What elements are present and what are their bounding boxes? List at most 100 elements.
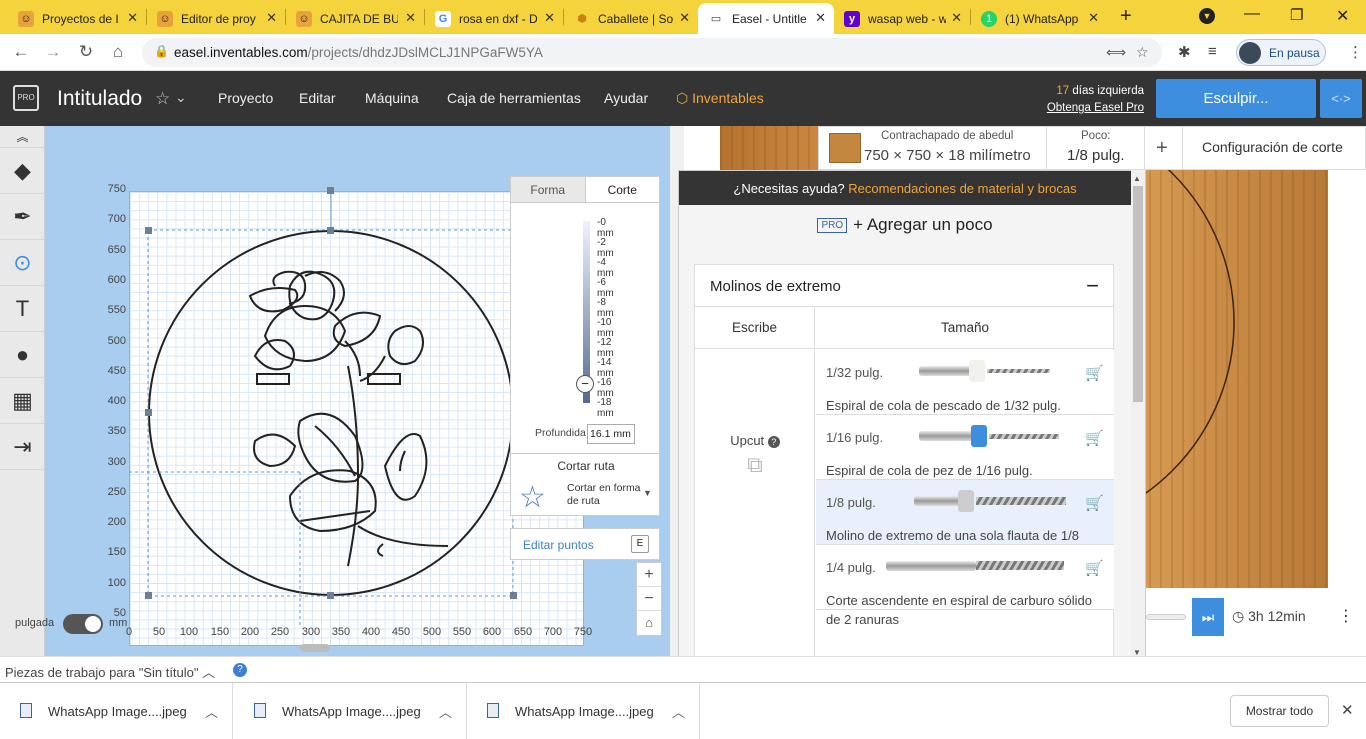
url-field[interactable]: 🔒 easel.inventables.com/projects/dhdzJDs… (142, 38, 1162, 67)
close-icon[interactable]: ✕ (951, 10, 962, 26)
horizontal-scrollbar[interactable] (300, 644, 330, 652)
machine-connect-icon[interactable]: <·> (1320, 79, 1362, 118)
tab-search-icon[interactable]: ▼ (1199, 8, 1215, 24)
cart-icon[interactable]: 🛒 (1085, 429, 1104, 447)
show-all-button[interactable]: Mostrar todo (1230, 695, 1329, 727)
section-header[interactable]: Molinos de extremo − (695, 265, 1113, 307)
apple-icon[interactable]: ● (0, 332, 45, 378)
help-icon[interactable]: ? (233, 663, 247, 677)
skip-forward-icon[interactable]: ⏭ (1192, 598, 1224, 636)
download-item[interactable]: WhatsApp Image....jpeg ︿ (467, 683, 700, 739)
window-close-icon[interactable]: ✕ (1336, 6, 1349, 26)
text-icon[interactable]: T (0, 286, 45, 332)
browser-tab[interactable]: ☺ CAJITA DE BU ✕ (286, 3, 424, 34)
depth-input[interactable]: 16.1 mm (587, 424, 635, 444)
close-icon[interactable]: ✕ (1341, 701, 1354, 719)
menu-project[interactable]: Proyecto (218, 90, 273, 106)
chevron-up-icon[interactable]: ︿ (205, 702, 218, 721)
material-name[interactable]: Contrachapado de abedul (881, 130, 1013, 142)
get-pro-link[interactable]: Obtenga Easel Pro (1047, 102, 1144, 114)
home-icon[interactable]: ⌂ (107, 41, 129, 63)
recommendations-link[interactable]: Recomendaciones de material y brocas (848, 181, 1076, 196)
bit-option[interactable]: 1/32 pulg. 🛒 Espiral de cola de pescado … (816, 350, 1114, 415)
scroll-thumb[interactable] (1133, 186, 1143, 402)
import-icon[interactable]: ⇥ (0, 424, 45, 470)
close-icon[interactable]: ✕ (127, 10, 138, 26)
menu-machine[interactable]: Máquina (365, 90, 419, 106)
restore-icon[interactable]: ❐ (1290, 6, 1303, 24)
menu-inventables[interactable]: ⬡ Inventables (676, 90, 764, 107)
chevron-up-icon[interactable]: ︿ (439, 702, 452, 721)
chevron-down-icon[interactable]: ⌄ (175, 89, 187, 106)
edit-points-button[interactable]: Editar puntos E (510, 528, 660, 560)
zoom-in-icon[interactable]: + (637, 563, 661, 587)
pen-icon[interactable]: ✒ (0, 194, 45, 240)
collapse-minus-icon[interactable]: − (1086, 273, 1099, 299)
close-icon[interactable]: ✕ (815, 10, 826, 26)
browser-tab[interactable]: ⬢ Caballete | So ✕ (564, 3, 698, 34)
chrome-menu-icon[interactable]: ⋮ (1348, 43, 1363, 61)
browser-tab[interactable]: Grosa en dxf - D ✕ (425, 3, 563, 34)
download-item[interactable]: WhatsApp Image....jpeg ︿ (234, 683, 467, 739)
depth-slider-handle[interactable]: − (576, 375, 594, 393)
help-icon[interactable]: ? (767, 436, 780, 448)
simulation-track[interactable] (1146, 614, 1186, 620)
cut-path-option[interactable]: Cortar en forma de ruta (567, 482, 647, 508)
collapse-icon[interactable]: ︽ (0, 126, 45, 148)
new-tab-icon[interactable]: + (1120, 5, 1132, 28)
bookmark-star-icon[interactable]: ☆ (1136, 44, 1149, 61)
shapes-icon[interactable]: ◆ (0, 148, 45, 194)
resize-handle[interactable] (145, 227, 152, 234)
browser-tab[interactable]: ☺ Editor de proy ✕ (147, 3, 285, 34)
resize-handle[interactable] (145, 592, 152, 599)
browser-tab[interactable]: y wasap web - w ✕ (834, 3, 970, 34)
dialog-scrollbar[interactable]: ▲ ▼ (1131, 170, 1145, 662)
cut-settings-button[interactable]: Configuración de corte (1202, 139, 1343, 155)
home-view-icon[interactable]: ⌂ (637, 611, 661, 635)
back-icon[interactable]: ← (10, 41, 32, 63)
tab-shape[interactable]: Forma (511, 177, 586, 202)
unit-toggle[interactable] (63, 614, 103, 634)
bit-value[interactable]: 1/8 pulg. (1067, 147, 1125, 164)
browser-tab[interactable]: ☺ Proyectos de I ✕ (8, 3, 146, 34)
bit-option-selected[interactable]: 1/8 pulg. 🛒 Molino de extremo de una sol… (816, 480, 1114, 562)
minimize-icon[interactable]: — (1244, 5, 1260, 23)
resize-handle[interactable] (327, 592, 334, 599)
cart-icon[interactable]: 🛒 (1085, 494, 1104, 512)
forward-icon[interactable]: → (42, 41, 64, 63)
close-icon[interactable]: ✕ (544, 10, 555, 26)
menu-toolbox[interactable]: Caja de herramientas (447, 90, 581, 106)
rotate-handle[interactable] (327, 187, 334, 194)
caret-down-icon[interactable]: ▼ (643, 488, 652, 498)
more-icon[interactable]: ⋮ (1338, 606, 1354, 626)
bit-option[interactable]: 1/16 pulg. 🛒 Espiral de cola de pez de 1… (816, 415, 1114, 480)
chevron-up-icon[interactable]: ︿ (672, 702, 685, 721)
chevron-up-icon[interactable]: ︿ (202, 665, 215, 680)
outer-circle[interactable] (148, 230, 514, 596)
close-icon[interactable]: ✕ (405, 10, 416, 26)
close-icon[interactable]: ✕ (266, 10, 277, 26)
project-title[interactable]: Intitulado (57, 87, 142, 111)
reload-icon[interactable]: ↻ (75, 41, 97, 63)
browser-tab[interactable]: 1 (1) WhatsApp ✕ (971, 3, 1107, 34)
browser-tab-active[interactable]: ▭ Easel - Untitle ✕ (698, 3, 834, 34)
profile-button[interactable]: En pausa (1236, 39, 1326, 66)
add-icon[interactable]: + (1156, 137, 1168, 160)
extensions-icon[interactable]: ✱ (1178, 43, 1191, 61)
resize-handle[interactable] (510, 592, 517, 599)
scroll-up-icon[interactable]: ▲ (1133, 174, 1141, 183)
resize-handle[interactable] (327, 227, 334, 234)
cart-icon[interactable]: 🛒 (1085, 559, 1104, 577)
apps-icon[interactable]: ▦ (0, 378, 45, 424)
menu-help[interactable]: Ayudar (604, 90, 648, 106)
zoom-out-icon[interactable]: − (637, 587, 661, 611)
material-size[interactable]: 750 × 750 × 18 milímetro (864, 147, 1031, 164)
translate-icon[interactable]: ⟺ (1106, 44, 1126, 61)
tab-cut[interactable]: Corte (586, 177, 660, 202)
download-item[interactable]: WhatsApp Image....jpeg ︿ (0, 683, 233, 739)
carve-button[interactable]: Esculpir... (1156, 79, 1316, 118)
material-swatch[interactable] (829, 133, 861, 163)
cart-icon[interactable]: 🛒 (1085, 364, 1104, 382)
easel-pro-logo-icon[interactable]: PRO (13, 85, 39, 111)
media-icon[interactable]: ≡ (1208, 43, 1217, 60)
